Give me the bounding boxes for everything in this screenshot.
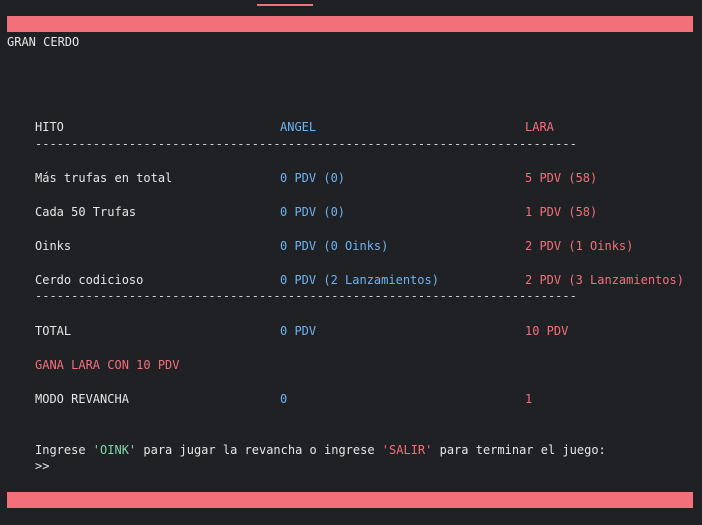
prompt-text: para terminar el juego: (432, 443, 606, 457)
oink-keyword: 'OINK' (92, 443, 137, 457)
row-label: Más trufas en total (35, 171, 173, 185)
row-player2-score: 1 PDV (58) (525, 205, 598, 219)
rematch-prompt: Ingrese 'OINK' para jugar la revancha o … (35, 443, 606, 458)
row-player2-score: 5 PDV (58) (525, 171, 598, 185)
active-tab-indicator (257, 4, 313, 6)
header-milestone: HITO (35, 120, 64, 134)
row-player1-score: 0 PDV (0) (280, 171, 346, 185)
row-player2-score: 2 PDV (3 Lanzamientos) (525, 273, 684, 287)
row-player1-score: 0 PDV (2 Lanzamientos) (280, 273, 439, 287)
prompt-text: para jugar la revancha o ingrese (136, 443, 382, 457)
table-separator-bottom: ----------------------------------------… (35, 289, 577, 303)
salir-keyword: 'SALIR' (381, 443, 433, 457)
row-label: Cerdo codicioso (35, 273, 144, 287)
top-banner-bar (7, 16, 693, 32)
row-player1-score: 0 PDV (0 Oinks) (280, 239, 389, 253)
total-label: TOTAL (35, 324, 72, 338)
game-title: GRAN CERDO (7, 35, 80, 49)
row-player2-score: 2 PDV (1 Oinks) (525, 239, 634, 253)
total-player1: 0 PDV (280, 324, 317, 338)
winner-message: GANA LARA CON 10 PDV (35, 358, 180, 372)
header-player1: ANGEL (280, 120, 317, 134)
row-player1-score: 0 PDV (0) (280, 205, 346, 219)
command-input[interactable]: >> (35, 459, 49, 474)
table-separator-top: ----------------------------------------… (35, 137, 577, 151)
prompt-text: Ingrese (35, 443, 93, 457)
header-player2: LARA (525, 120, 554, 134)
rematch-label: MODO REVANCHA (35, 392, 129, 406)
rematch-player1: 0 (280, 392, 288, 406)
bottom-banner-bar (7, 492, 693, 508)
rematch-player2: 1 (525, 392, 533, 406)
total-player2: 10 PDV (525, 324, 569, 338)
row-label: Cada 50 Trufas (35, 205, 137, 219)
row-label: Oinks (35, 239, 72, 253)
